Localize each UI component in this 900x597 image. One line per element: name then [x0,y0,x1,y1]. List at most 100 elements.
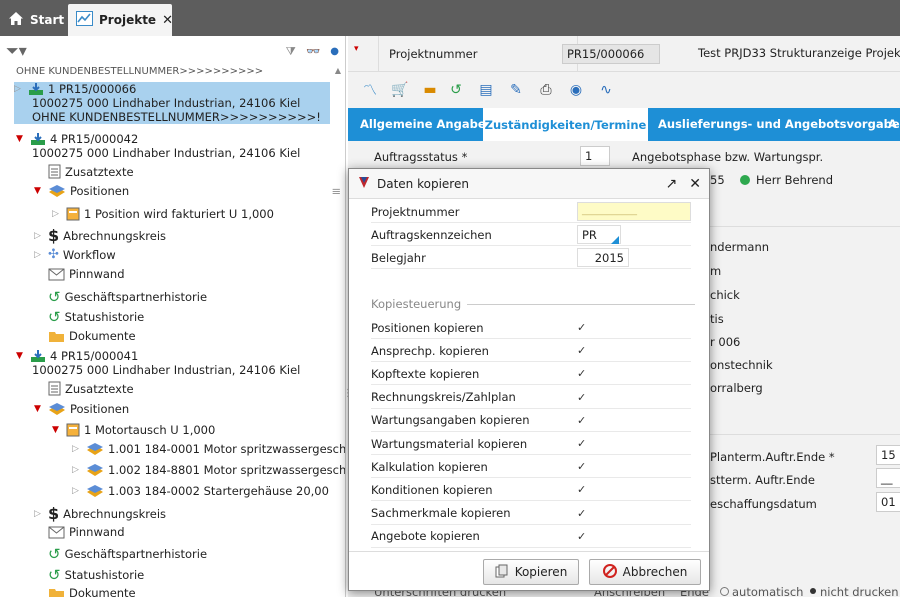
nicht-drucken-label: nicht drucken [820,585,899,597]
checkbox[interactable]: ✓ [577,391,586,404]
nicht-drucken-radio[interactable] [810,588,816,594]
tree-item[interactable]: ↺ Statushistorie [34,308,144,326]
card-icon[interactable]: ▬ [420,80,440,100]
filter-icon[interactable]: ⏷▾ [6,41,27,61]
project-number-field[interactable]: PR15/000066 [562,44,660,64]
tree-item[interactable]: OHNE KUNDENBESTELLNUMMER>>>>>>>>>>! [14,110,330,124]
menu-icon[interactable]: ≡ [331,184,341,198]
collapsed-arrow-icon[interactable]: ▷ [34,231,44,241]
tree-item[interactable]: Zusatztexte [34,164,134,179]
tree-item[interactable]: 1000275 000 Lindhaber Industrian, 24106 … [14,96,330,110]
checkbox[interactable]: ✓ [577,530,586,543]
tree-item[interactable]: ↺ Statushistorie [34,566,144,584]
planterm-label: Planterm.Auftr.Ende * [710,450,835,464]
istterm-field[interactable]: __ [876,468,900,488]
checkbox[interactable]: ✓ [577,321,586,334]
report-icon[interactable]: ▤ [476,80,496,100]
beschaffung-field[interactable]: 01 [876,492,900,512]
checkbox[interactable]: ✓ [577,367,586,380]
tab-auslieferungs[interactable]: Auslieferungs- und Angebotsvorgaben [658,117,900,131]
abbrechen-button[interactable]: Abbrechen [589,559,701,585]
tree-item[interactable]: ▷ 1.002 184-8801 Motor spritzwassergesch [72,463,345,477]
collapsed-arrow-icon[interactable]: ▷ [34,250,44,260]
collapsed-arrow-icon[interactable]: ▷ [72,465,82,475]
tree-item[interactable]: OHNE KUNDENBESTELLNUMMER>>>>>>>>>> [16,66,263,77]
project-icon [30,349,46,363]
automatisch-radio[interactable] [720,587,729,596]
tree-item[interactable]: ▼ Positionen [34,184,129,198]
tree-item[interactable]: 1000275 000 Lindhaber Industrian, 24106 … [32,146,300,160]
expanded-arrow-icon[interactable]: ▼ [34,186,44,196]
collapsed-arrow-icon[interactable]: ▷ [14,84,24,94]
positions-icon [48,402,66,416]
collapsed-arrow-icon[interactable]: ▷ [72,444,82,454]
close-icon[interactable]: ✕ [689,176,701,192]
projektnummer-input[interactable]: ___________ [577,202,691,221]
beschaffung-label: eschaffungsdatum [710,497,817,511]
belegjahr-input[interactable]: 2015 [577,248,629,267]
tree-item[interactable]: 1000275 000 Lindhaber Industrian, 24106 … [32,363,300,377]
collapsed-arrow-icon[interactable]: ▷ [34,509,44,519]
expanded-arrow-icon[interactable]: ▼ [16,134,26,144]
expanded-arrow-icon[interactable]: ▼ [34,404,44,414]
tree-item-label: 1.003 184-0002 Startergehäuse 20,00 [108,484,329,498]
section-title: Kopiesteuerung [371,297,462,311]
tree-item[interactable]: ▷ ✣ Workflow [34,247,116,262]
tree-item[interactable]: Dokumente [34,329,136,343]
preview-icon[interactable]: ◉ [566,80,586,100]
tree-item[interactable]: ▷ 1.001 184-0001 Motor spritzwassergesch [72,442,345,456]
chart-icon[interactable]: 〽 [360,80,380,100]
checkbox[interactable]: ✓ [577,507,586,520]
scroll-up-icon[interactable]: ▲ [335,66,341,75]
auftragsstatus-field[interactable]: 1 [580,146,610,166]
collapsed-arrow-icon[interactable]: ▷ [72,486,82,496]
graph-icon[interactable]: ∿ [596,80,616,100]
tree-item[interactable]: Dokumente [34,586,136,597]
tree-item[interactable]: Pinnwand [34,525,125,539]
tab-more[interactable]: A [888,117,897,131]
tree-item[interactable]: ▷ $ Abrechnungskreis [34,226,166,245]
header-label: Projektnummer [378,36,578,72]
copy-data-dialog: Daten kopieren ↗ ✕ Projektnummer _______… [348,168,710,591]
close-icon[interactable]: ✕ [162,13,173,28]
expanded-arrow-icon[interactable]: ▼ [16,351,26,361]
dot-icon[interactable]: ● [330,46,339,57]
checkbox[interactable]: ✓ [577,414,586,427]
tab-projekte[interactable]: Projekte ✕ [68,4,173,36]
tree-item[interactable]: ▼ Positionen [34,402,129,416]
dropdown-icon[interactable] [611,236,619,244]
checkbox[interactable]: ✓ [577,437,586,450]
history-icon[interactable]: ↺ [446,80,466,100]
tab-start[interactable]: Start [0,4,72,36]
cart-icon[interactable]: 🛒 [390,80,410,100]
folder-icon [48,330,65,343]
tree-item-label: Abrechnungskreis [63,228,167,243]
filter-clear-icon[interactable]: ⧩ [286,44,296,59]
tree-item[interactable]: ▷ 1 Position wird fakturiert U 1,000 [52,206,274,221]
tree-item[interactable]: ▷ 1 PR15/000066 [14,82,330,96]
tree-item[interactable]: ↺ Geschäftspartnerhistorie [34,288,207,306]
tab-zustaendigkeiten[interactable]: Zuständigkeiten/Termine [483,108,648,141]
edit-icon[interactable]: ✎ [506,80,526,100]
checkbox[interactable]: ✓ [577,460,586,473]
tree-item[interactable]: ▷ $ Abrechnungskreis [34,504,166,523]
expanded-arrow-icon[interactable]: ▼ [52,425,62,435]
binoculars-icon[interactable]: 👓 [306,44,320,58]
tab-allgemeine-angaben[interactable]: Allgemeine Angaben [360,117,494,131]
checkbox[interactable]: ✓ [577,483,586,496]
tree-item[interactable]: ▼ 4 PR15/000041 [16,349,138,363]
tree-item[interactable]: ▷ 1.003 184-0002 Startergehäuse 20,00 [72,484,329,498]
maximize-icon[interactable]: ↗ [666,176,678,192]
bg-text-6: onstechnik [710,358,773,372]
print-icon[interactable]: ⎙ [536,80,556,100]
tree-item[interactable]: Zusatztexte [34,381,134,396]
collapsed-arrow-icon[interactable]: ▷ [52,209,62,219]
planterm-field[interactable]: 15 [876,445,900,465]
kopieren-button[interactable]: Kopieren [483,559,579,585]
tree-item[interactable]: ▼ 1 Motortausch U 1,000 [52,422,215,437]
tree-item[interactable]: ▼ 4 PR15/000042 [16,132,138,146]
tree-item[interactable]: Pinnwand [34,267,125,281]
collapse-icon[interactable]: ▾ [354,44,359,54]
tree-item[interactable]: ↺ Geschäftspartnerhistorie [34,545,207,563]
checkbox[interactable]: ✓ [577,344,586,357]
